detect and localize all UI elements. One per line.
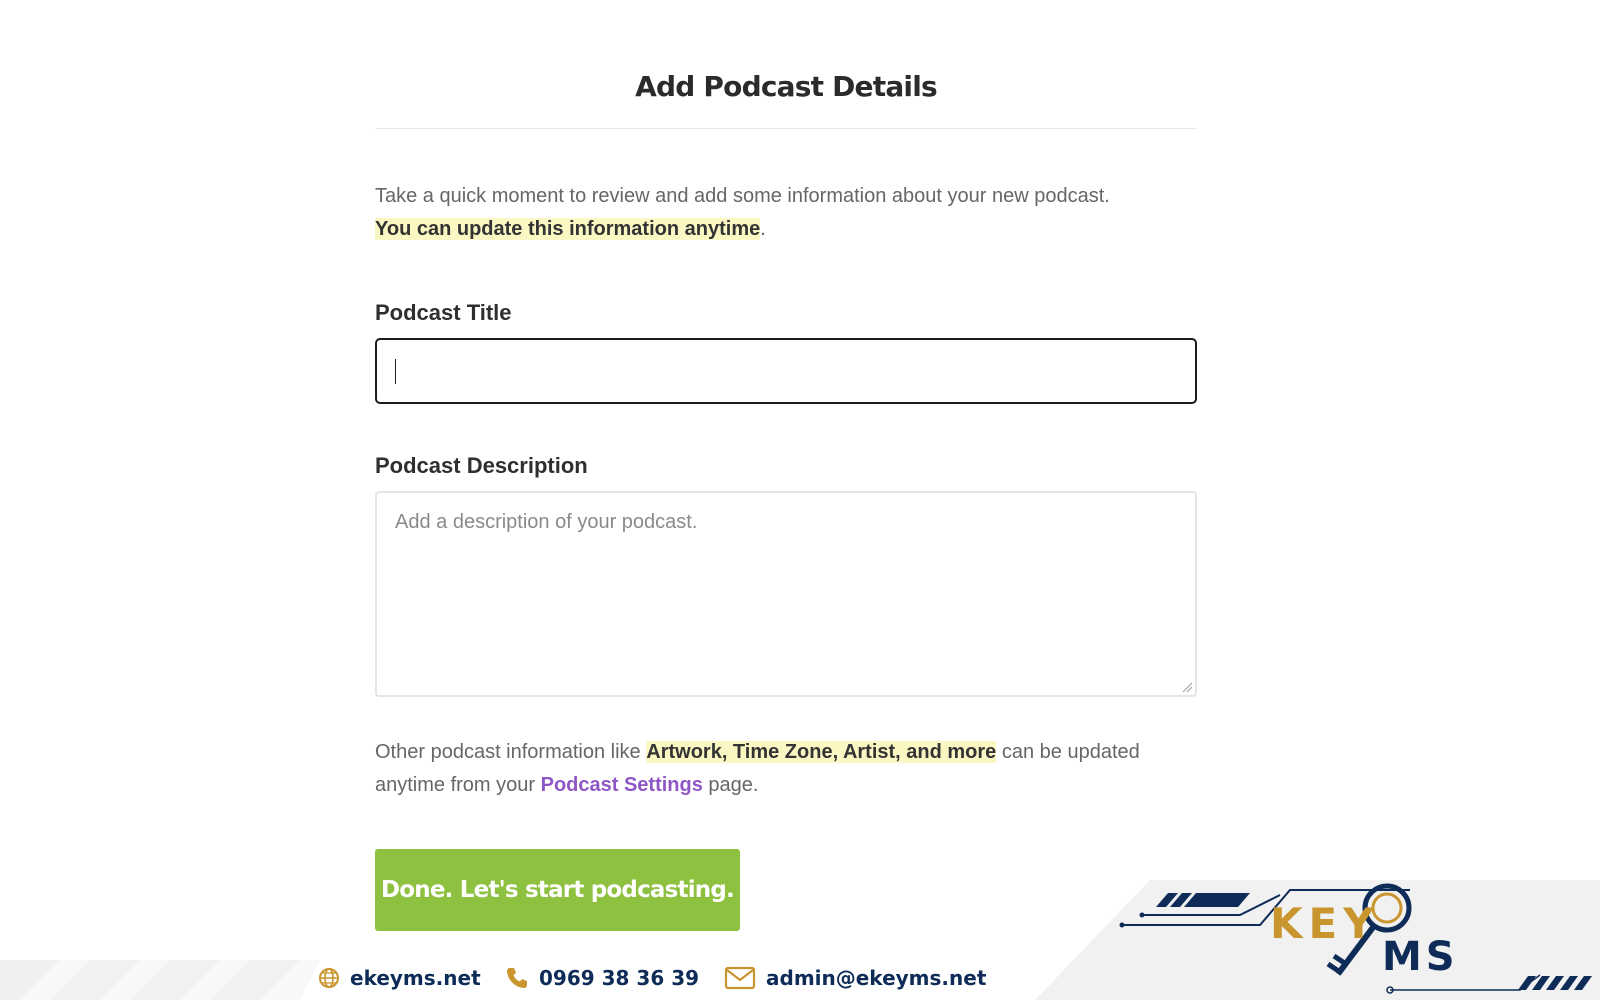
footer-phone-text: 0969 38 36 39 [539, 966, 700, 990]
footer-website: ekeyms.net [318, 966, 481, 990]
keyms-logo: KEY MS [1270, 883, 1459, 980]
title-divider [375, 128, 1197, 129]
intro-end: . [760, 218, 766, 240]
done-start-podcasting-button[interactable]: Done. Let's start podcasting. [375, 849, 740, 931]
intro-text: Take a quick moment to review and add so… [375, 180, 1197, 246]
globe-icon [319, 968, 339, 988]
intro-text-main: Take a quick moment to review and add so… [375, 185, 1110, 207]
footer-website-text: ekeyms.net [350, 966, 481, 990]
page-title: Add Podcast Details [635, 70, 938, 103]
footer-phone: 0969 38 36 39 [505, 966, 699, 990]
podcast-title-label: Podcast Title [375, 300, 512, 325]
logo-ms-text: MS [1382, 934, 1459, 980]
footer-email: admin@ekeyms.net [724, 966, 986, 990]
other-info-highlight: Artwork, Time Zone, Artist, and more [646, 741, 997, 763]
podcast-description-label: Podcast Description [375, 453, 588, 478]
intro-highlight: You can update this information anytime [375, 218, 761, 240]
other-info-text: Other podcast information like Artwork, … [375, 736, 1197, 802]
podcast-description-textarea[interactable] [375, 491, 1197, 697]
podcast-settings-link[interactable]: Podcast Settings [541, 774, 703, 796]
phone-icon [507, 968, 527, 988]
mail-icon [724, 966, 756, 990]
other-info-prefix: Other podcast information like [375, 741, 647, 763]
resize-grip-icon[interactable] [1181, 681, 1193, 693]
footer-email-text: admin@ekeyms.net [766, 966, 987, 990]
logo-key-text: KEY [1270, 899, 1380, 948]
podcast-title-input[interactable] [375, 338, 1197, 404]
other-info-suffix: page. [702, 774, 759, 796]
text-caret [395, 359, 396, 384]
